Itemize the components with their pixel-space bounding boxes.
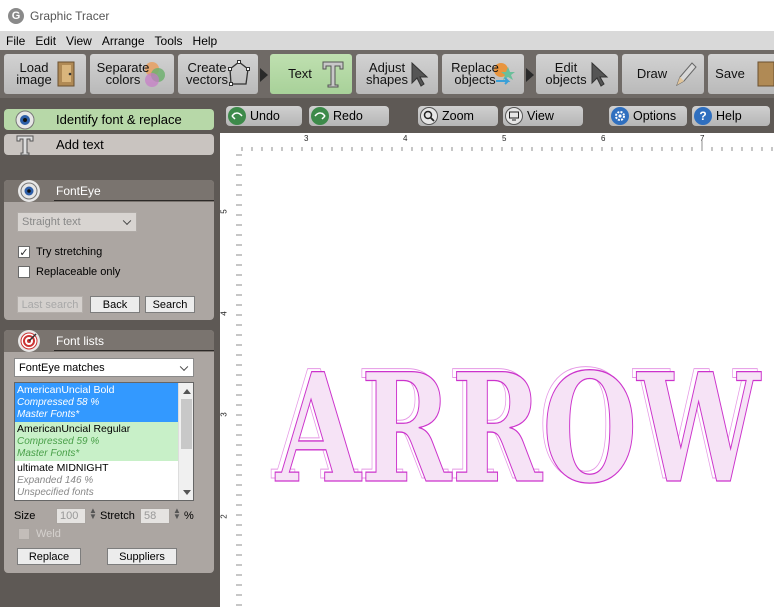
chevron-down-icon-2 xyxy=(179,362,189,371)
list-item[interactable]: AmericanUncial Regular Compressed 59 % M… xyxy=(15,422,193,461)
main-toolbar: Load image Separate colors Create vector… xyxy=(0,50,774,98)
v-ruler-label: 2 xyxy=(219,514,229,519)
h-ruler-label: 7 xyxy=(700,134,705,143)
gear-icon xyxy=(611,107,629,125)
undo-icon xyxy=(228,107,246,125)
h-ruler-label: 4 xyxy=(403,134,408,143)
menu-edit[interactable]: Edit xyxy=(35,34,56,48)
app-window: G Graphic Tracer File Edit View Arrange … xyxy=(0,0,774,607)
h-ruler-label: 3 xyxy=(304,134,309,143)
magnifier-icon xyxy=(420,107,438,125)
edit-pointer-icon xyxy=(591,61,609,87)
h-ruler-label: 5 xyxy=(502,134,507,143)
font-lists-group: Font lists FontEye matches AmericanUncia… xyxy=(4,330,214,573)
menu-bar: File Edit View Arrange Tools Help xyxy=(0,31,774,50)
pointer-icon xyxy=(411,61,429,87)
menu-help[interactable]: Help xyxy=(193,34,218,48)
scroll-thumb[interactable] xyxy=(181,399,192,449)
scroll-up-icon[interactable] xyxy=(183,389,191,394)
redo-button[interactable]: Redo xyxy=(309,106,389,126)
title-bar: G Graphic Tracer xyxy=(0,0,774,31)
question-icon: ? xyxy=(694,107,712,125)
step-arrow-icon-2 xyxy=(526,68,534,82)
workspace-toolbar: Undo Redo Zoom View Options ? Help xyxy=(220,98,774,133)
undo-button[interactable]: Undo xyxy=(226,106,302,126)
edit-objects-button[interactable]: Edit objects xyxy=(536,54,618,94)
door-icon xyxy=(57,61,75,87)
vertical-ruler: 5 4 3 2 xyxy=(220,151,242,607)
size-label: Size xyxy=(14,510,36,522)
menu-tools[interactable]: Tools xyxy=(155,34,183,48)
fonteye-header: FontEye xyxy=(4,180,214,202)
font-match-list[interactable]: AmericanUncial Bold Compressed 58 % Mast… xyxy=(14,382,194,501)
pencil-icon xyxy=(676,62,697,87)
suppliers-button[interactable]: Suppliers xyxy=(107,548,177,565)
monitor-icon xyxy=(505,107,523,125)
text-t-icon xyxy=(322,61,344,88)
options-button[interactable]: Options xyxy=(609,106,687,126)
app-logo-icon: G xyxy=(8,7,24,24)
weld-checkbox[interactable]: Weld xyxy=(18,528,61,540)
save-button[interactable]: Save xyxy=(708,54,774,94)
traced-artwork[interactable]: ARROW ARROW xyxy=(242,151,774,607)
text-t-small-icon xyxy=(14,134,36,156)
menu-view[interactable]: View xyxy=(66,34,92,48)
checkmark-icon: ✓ xyxy=(18,246,30,259)
list-item[interactable]: ultimate MIDNIGHT Expanded 146 % Unspeci… xyxy=(15,461,193,500)
text-mode-select[interactable]: Straight text xyxy=(17,212,137,232)
last-search-button[interactable]: Last search xyxy=(17,296,83,313)
stretch-spinner-icon[interactable]: ▲ ▼ xyxy=(173,507,181,521)
replace-button[interactable]: Replace xyxy=(17,548,81,565)
text-button[interactable]: Text xyxy=(270,54,352,94)
view-button[interactable]: View xyxy=(503,106,583,126)
left-panel: Identify font & replace Add text FontEye… xyxy=(0,98,220,607)
save-door-icon xyxy=(757,61,774,87)
step-arrow-icon xyxy=(260,68,268,82)
menu-arrange[interactable]: Arrange xyxy=(102,34,145,48)
font-list-source-select[interactable]: FontEye matches xyxy=(14,358,194,377)
v-ruler-label: 5 xyxy=(219,209,229,214)
draw-button[interactable]: Draw xyxy=(622,54,704,94)
stretch-label: Stretch xyxy=(100,510,135,522)
vector-shape-icon xyxy=(228,60,250,86)
fonteye-eye-icon xyxy=(18,180,40,202)
zoom-button[interactable]: Zoom xyxy=(418,106,498,126)
size-spinner-icon[interactable]: ▲ ▼ xyxy=(89,507,97,521)
v-ruler-label: 4 xyxy=(219,311,229,316)
back-button[interactable]: Back xyxy=(90,296,140,313)
try-stretching-checkbox[interactable]: ✓ Try stretching xyxy=(18,246,102,259)
font-lists-header: Font lists xyxy=(4,330,214,352)
replace-objects-button[interactable]: Replace objects xyxy=(442,54,524,94)
menu-file[interactable]: File xyxy=(6,34,25,48)
list-item[interactable]: AmericanUncial Bold Compressed 58 % Mast… xyxy=(15,383,193,422)
h-ruler-label: 6 xyxy=(601,134,606,143)
eye-icon xyxy=(14,109,36,131)
identify-font-replace-button[interactable]: Identify font & replace xyxy=(4,109,214,130)
create-vectors-button[interactable]: Create vectors xyxy=(178,54,258,94)
load-image-button[interactable]: Load image xyxy=(4,54,86,94)
window-title: Graphic Tracer xyxy=(30,8,110,23)
add-text-button[interactable]: Add text xyxy=(4,134,214,155)
target-icon xyxy=(18,330,40,352)
size-input[interactable]: 100 xyxy=(56,508,86,524)
adjust-shapes-button[interactable]: Adjust shapes xyxy=(356,54,438,94)
search-button[interactable]: Search xyxy=(145,296,195,313)
vertical-ruler-ticks xyxy=(236,154,242,606)
scroll-down-icon[interactable] xyxy=(183,490,191,495)
separate-colors-button[interactable]: Separate colors xyxy=(90,54,174,94)
list-scrollbar[interactable] xyxy=(178,383,193,500)
replaceable-only-checkbox[interactable]: Replaceable only xyxy=(18,266,120,278)
fonteye-group: FontEye Straight text ✓ Try stretching R… xyxy=(4,180,214,320)
traced-text[interactable]: ARROW xyxy=(274,340,763,517)
stretch-input[interactable]: 58 xyxy=(140,508,170,524)
v-ruler-label: 3 xyxy=(219,412,229,417)
redo-icon xyxy=(311,107,329,125)
chevron-down-icon xyxy=(122,216,132,226)
design-canvas[interactable]: ARROW ARROW xyxy=(242,151,774,607)
horizontal-ruler: 3 4 5 6 7 xyxy=(220,133,774,151)
percent-label: % xyxy=(184,510,194,522)
help-button[interactable]: ? Help xyxy=(692,106,770,126)
